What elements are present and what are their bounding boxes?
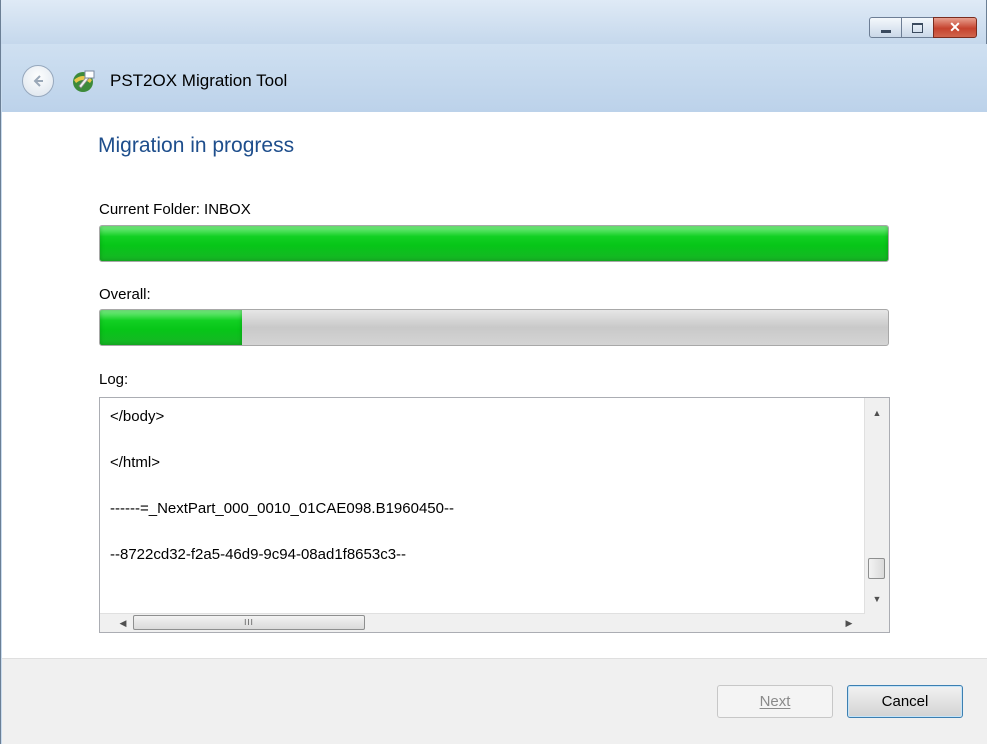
scroll-left-arrow-icon[interactable]: ◀	[114, 614, 132, 632]
overall-label: Overall:	[99, 286, 151, 303]
minimize-button[interactable]	[869, 17, 902, 38]
overall-progress-bar	[99, 309, 889, 346]
cancel-button[interactable]: Cancel	[847, 685, 963, 718]
page-title: Migration in progress	[98, 134, 295, 157]
wizard-content: Migration in progress Current Folder: IN…	[2, 112, 987, 658]
wizard-header: PST2OX Migration Tool	[2, 44, 987, 112]
caption-buttons: ✕	[869, 17, 977, 38]
log-line: </body>	[110, 408, 165, 425]
title-bar: ✕	[1, 0, 986, 44]
app-title: PST2OX Migration Tool	[110, 71, 288, 90]
wizard-footer: Next Cancel	[2, 658, 987, 744]
maximize-icon	[912, 22, 923, 33]
overall-progress-fill	[100, 310, 242, 345]
log-content: </body> </html> ------=_NextPart_000_001…	[110, 406, 859, 590]
current-folder-progress-bar	[99, 225, 889, 262]
back-button[interactable]	[22, 65, 54, 97]
wizard-window: ✕ PST2OX Migration Tool Migration in pro…	[0, 0, 987, 744]
scroll-up-arrow-icon[interactable]: ▲	[865, 404, 889, 422]
log-textbox[interactable]: </body> </html> ------=_NextPart_000_001…	[99, 397, 890, 633]
close-icon: ✕	[949, 19, 961, 35]
log-line: --8722cd32-f2a5-46d9-9c94-08ad1f8653c3--	[110, 546, 407, 563]
scroll-right-arrow-icon[interactable]: ▶	[840, 614, 858, 632]
scroll-down-arrow-icon[interactable]: ▼	[865, 590, 889, 608]
scroll-corner	[865, 614, 889, 632]
log-label: Log:	[99, 371, 129, 388]
close-button[interactable]: ✕	[933, 17, 977, 38]
horizontal-scroll-thumb[interactable]: III	[133, 615, 365, 630]
vertical-scroll-thumb[interactable]	[868, 558, 885, 579]
current-folder-label: Current Folder: INBOX	[99, 201, 251, 218]
maximize-button[interactable]	[901, 17, 934, 38]
cancel-button-label: Cancel	[881, 693, 929, 710]
vertical-scrollbar[interactable]: ▲ ▼	[864, 398, 889, 614]
log-line: ------=_NextPart_000_0010_01CAE098.B1960…	[110, 500, 454, 517]
log-line: </html>	[110, 454, 161, 471]
migration-app-icon	[73, 70, 95, 92]
back-arrow-icon	[33, 75, 43, 87]
scroll-grip-icon: III	[244, 618, 254, 627]
next-button[interactable]: Next	[717, 685, 833, 718]
next-button-label: Next	[759, 693, 791, 710]
current-folder-progress-fill	[100, 226, 888, 261]
minimize-icon	[880, 30, 891, 33]
horizontal-scrollbar[interactable]: ◀ III ▶	[100, 613, 865, 632]
